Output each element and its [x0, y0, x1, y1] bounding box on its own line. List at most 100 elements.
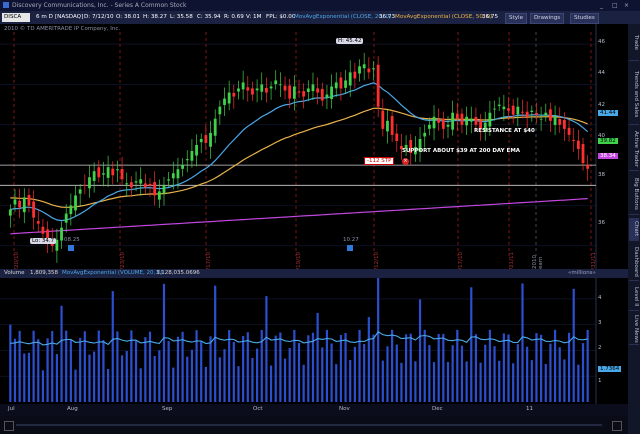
timeframe-selector[interactable]: 6 m D — [36, 11, 53, 24]
candle-body — [223, 98, 226, 105]
ema50-value: 36.75 — [482, 14, 499, 20]
candle-body — [134, 181, 138, 183]
volume-bar — [218, 357, 221, 402]
volume-bar — [344, 333, 347, 402]
copyright-text: 2010 © TD AMERITRADE IP Company, Inc. — [4, 26, 121, 32]
volume-axis-2: 2 — [598, 345, 602, 351]
volume-bar — [246, 332, 249, 402]
resistance-annotation: RESISTANCE AT $40 — [474, 128, 535, 134]
volume-bar — [349, 359, 352, 402]
volume-bar — [428, 345, 431, 402]
candle-body — [69, 205, 73, 215]
tab-active-trader[interactable]: Active Trader — [629, 128, 639, 171]
event-2-icon[interactable] — [347, 245, 353, 251]
candle-body — [334, 82, 338, 89]
volume-bar — [46, 338, 49, 402]
candle-body — [8, 209, 12, 216]
price-chart[interactable] — [0, 24, 628, 269]
volume-bar — [381, 360, 384, 402]
tab-live-news[interactable]: Live News — [629, 314, 639, 345]
price-panel[interactable]: 2010 © TD AMERITRADE IP Company, Inc. H:… — [0, 24, 628, 277]
candle-body — [386, 120, 389, 132]
volume-bar — [386, 346, 389, 402]
candle-body — [288, 85, 292, 99]
tab-level-ii[interactable]: Level II — [629, 284, 639, 311]
candle-body — [97, 167, 101, 178]
close-readout: C: 35.94 — [197, 14, 221, 20]
volume-chart[interactable] — [0, 278, 628, 404]
minimize-button[interactable]: _ — [600, 0, 603, 11]
volume-bar — [460, 345, 464, 402]
scroll-track[interactable] — [16, 424, 602, 426]
candle-body — [521, 111, 524, 113]
volume-bar — [32, 330, 35, 402]
settings-icon[interactable] — [612, 421, 622, 431]
tab-big-buttons[interactable]: Big Buttons — [629, 174, 639, 215]
candle-body — [516, 106, 520, 115]
cancel-order-icon[interactable]: × — [402, 158, 409, 165]
date-marker-8: 2010 earn — [532, 255, 544, 269]
candle-body — [125, 183, 129, 185]
candle-body — [525, 111, 529, 117]
volume-bar — [9, 324, 12, 402]
volume-panel[interactable]: 4 3 2 1 1.7364 — [0, 278, 628, 404]
chart-window: Discovery Communications, Inc. - Series … — [0, 0, 640, 434]
time-label-nov: Nov — [339, 406, 350, 412]
symbol-input[interactable]: DISCA — [2, 13, 30, 22]
candle-body — [558, 118, 562, 125]
volume-bar — [120, 355, 124, 402]
candle-body — [511, 105, 515, 115]
tab-chart[interactable]: Chart — [629, 218, 639, 241]
volume-bar — [116, 331, 119, 402]
volume-bar — [502, 333, 505, 402]
window-title: Discovery Communications, Inc. - Series … — [12, 2, 187, 9]
stop-order-label[interactable]: -112 STP — [364, 157, 395, 165]
status-strip — [0, 416, 628, 434]
candle-body — [292, 86, 296, 99]
candle-body — [92, 171, 96, 181]
price-axis-46: 46 — [598, 39, 605, 45]
candle-body — [139, 179, 143, 184]
maximize-button[interactable]: □ — [612, 0, 618, 11]
volume-bar — [232, 341, 235, 402]
volume-bar — [172, 367, 175, 402]
volume-bar — [144, 337, 147, 402]
event-marker-2: 10.27 — [343, 237, 359, 243]
volume-bar — [158, 350, 161, 402]
high-label: H: 45.42 — [336, 38, 364, 44]
candle-body — [88, 177, 91, 189]
ema50-label: MovAvgExponential (CLOSE, 50, 0) — [395, 14, 493, 20]
volume-bar — [130, 330, 133, 402]
candle-body — [325, 94, 329, 98]
volume-bar — [512, 363, 515, 402]
volume-bar — [111, 291, 114, 402]
volume-bar — [125, 350, 128, 402]
volume-bar — [176, 336, 180, 402]
volume-bar — [288, 348, 291, 402]
volume-bar — [549, 343, 552, 402]
candle-body — [106, 167, 110, 178]
candle-body — [376, 64, 380, 107]
candle-body — [232, 92, 236, 97]
volume-bar — [367, 317, 370, 402]
style-button[interactable]: Style — [505, 13, 528, 24]
close-button[interactable]: × — [624, 0, 629, 11]
tab-dashboard[interactable]: Dashboard — [629, 244, 639, 281]
volume-bar — [586, 329, 589, 402]
candle-body — [157, 191, 161, 200]
time-label-jul: Jul — [8, 406, 15, 412]
tab-times-sales[interactable]: Trends and Sales — [629, 64, 639, 125]
studies-button[interactable]: Studies — [570, 13, 599, 24]
ema20-price-tag: 41.44 — [598, 110, 618, 116]
candle-body — [64, 213, 68, 223]
tab-trade[interactable]: Trade — [629, 26, 639, 61]
event-1-icon[interactable] — [68, 245, 74, 251]
candle-body — [111, 168, 115, 176]
candle-body — [320, 88, 324, 101]
candle-body — [185, 159, 189, 161]
candle-body — [190, 151, 194, 161]
drawings-button[interactable]: Drawings — [530, 13, 565, 24]
zoom-icon[interactable] — [4, 421, 14, 431]
candle-body — [344, 80, 347, 88]
volume-bar — [302, 364, 305, 402]
